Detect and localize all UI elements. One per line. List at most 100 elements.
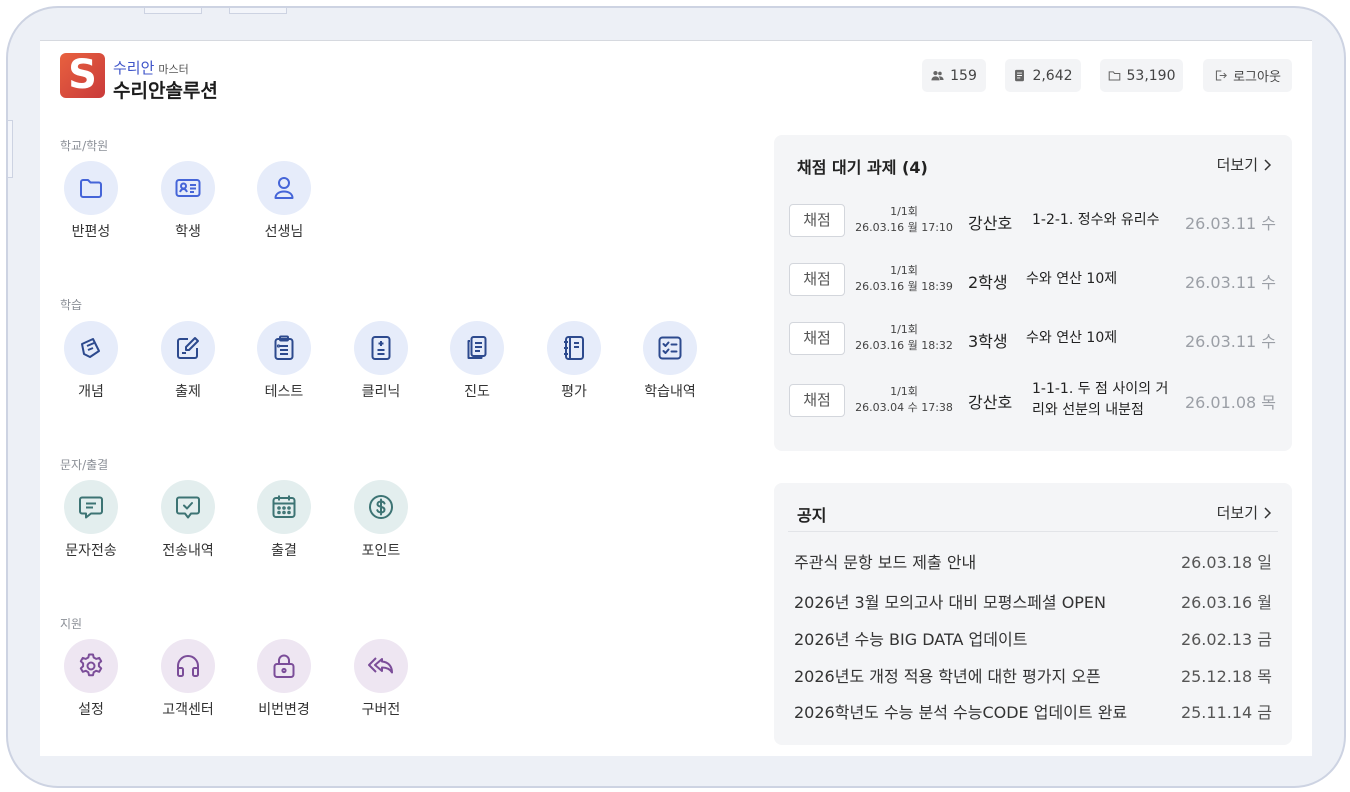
frame-tab — [144, 8, 202, 14]
grade-meta: 1/1회 26.03.16 월 18:39 — [852, 263, 956, 295]
menu-item-clinic[interactable]: 클리닉 — [336, 321, 426, 401]
folder-icon — [80, 179, 102, 198]
menu-item-support-center[interactable]: 고객센터 — [143, 639, 233, 719]
dollar-icon — [369, 495, 393, 519]
menu-item-teacher[interactable]: 선생님 — [239, 161, 329, 241]
grading-row: 채점 1/1회 26.03.04 수 17:38 강산호 1-1-1. 두 점 사… — [774, 377, 1292, 427]
notice-date: 26.03.16 월 — [1180, 593, 1272, 612]
grading-row: 채점 1/1회 26.03.16 월 18:39 2학생 수와 연산 10제 26… — [774, 262, 1292, 298]
grade-meta: 1/1회 26.03.16 월 17:10 — [852, 204, 956, 236]
users-icon — [931, 70, 944, 81]
menu-item-student[interactable]: 학생 — [143, 161, 233, 241]
menu-icon-circle — [161, 639, 215, 693]
folder-icon — [1108, 71, 1120, 81]
user-role: 마스터 — [158, 63, 189, 76]
grade-due-date: 26.03.11 수 — [1184, 214, 1276, 233]
menu-item-points[interactable]: 포인트 — [336, 480, 426, 560]
menu-item-class[interactable]: 반편성 — [46, 161, 136, 241]
menu-item-old-version[interactable]: 구버전 — [336, 639, 426, 719]
logo-letter: S — [68, 53, 97, 98]
menu-item-test[interactable]: 테스트 — [239, 321, 329, 401]
menu-label: 포인트 — [361, 543, 401, 559]
student-count-stat[interactable]: 159 — [922, 59, 986, 92]
headphones-icon — [177, 655, 199, 677]
menu-label: 진도 — [464, 384, 490, 400]
message-check-icon — [176, 496, 200, 519]
menu-label: 고객센터 — [162, 702, 214, 718]
menu-item-change-password[interactable]: 비번변경 — [239, 639, 329, 719]
menu-item-send-message[interactable]: 문자전송 — [46, 480, 136, 560]
menu-label: 평가 — [561, 384, 587, 400]
lock-icon — [273, 654, 295, 678]
logout-icon — [1215, 70, 1228, 81]
stat-value: 53,190 — [1126, 67, 1176, 84]
menu-label: 전송내역 — [162, 543, 214, 559]
brand-service: 수리안 마스터 — [113, 57, 189, 78]
section-title-learning: 학습 — [60, 298, 83, 312]
menu-icon-circle — [354, 480, 408, 534]
menu-item-message-history[interactable]: 전송내역 — [143, 480, 233, 560]
folder-count-stat[interactable]: 53,190 — [1100, 59, 1183, 92]
grade-button[interactable]: 채점 — [789, 322, 845, 355]
notice-item[interactable]: 2026년 3월 모의고사 대비 모평스페셜 OPEN 26.03.16 월 — [794, 589, 1272, 613]
menu-label: 출결 — [271, 543, 297, 559]
logo[interactable]: S — [60, 53, 105, 98]
grade-student: 2학생 — [968, 273, 1008, 292]
person-icon — [274, 177, 294, 199]
grade-assignment: 1-2-1. 정수와 유리수 — [1032, 212, 1160, 228]
menu-label: 선생님 — [264, 224, 304, 240]
notice-more-link[interactable]: 더보기 — [1217, 502, 1272, 523]
brand-service-name: 수리안 — [113, 59, 155, 77]
grade-submitted: 26.03.16 월 17:10 — [855, 221, 953, 234]
menu-icon-circle — [64, 321, 118, 375]
grade-button[interactable]: 채점 — [789, 384, 845, 417]
dashboard-screen: S 수리안 마스터 수리안솔루션 159 2,642 53,190 로그아웃 학교… — [40, 40, 1312, 756]
notice-item[interactable]: 주관식 문항 보드 제출 안내 26.03.18 일 — [794, 549, 1272, 573]
menu-label: 클리닉 — [361, 384, 401, 400]
menu-icon-circle — [64, 161, 118, 215]
concept-icon — [81, 338, 100, 358]
menu-icon-circle — [257, 321, 311, 375]
chevron-right-icon — [1264, 506, 1272, 519]
notice-panel: 공지 더보기 주관식 문항 보드 제출 안내 26.03.18 일 2026년 … — [774, 483, 1292, 745]
grade-round: 1/1회 — [890, 323, 918, 336]
grade-round: 1/1회 — [890, 205, 918, 218]
grade-due-date: 26.03.11 수 — [1184, 273, 1276, 292]
notice-title: 2026학년도 수능 분석 수능CODE 업데이트 완료 — [794, 703, 1128, 722]
frame-tab — [229, 8, 287, 14]
menu-icon-circle — [257, 161, 311, 215]
menu-label: 비번변경 — [258, 702, 310, 718]
section-title-school: 학교/학원 — [60, 139, 109, 153]
notice-item[interactable]: 2026년도 개정 적용 학년에 대한 평가지 오픈 25.12.18 목 — [794, 663, 1272, 687]
menu-item-concept[interactable]: 개념 — [46, 321, 136, 401]
grade-button[interactable]: 채점 — [789, 204, 845, 237]
menu-item-create[interactable]: 출제 — [143, 321, 233, 401]
menu-item-history[interactable]: 학습내역 — [625, 321, 715, 401]
logout-button[interactable]: 로그아웃 — [1203, 59, 1292, 92]
clipboard-icon — [274, 335, 294, 360]
notice-item[interactable]: 2026년 수능 BIG DATA 업데이트 26.02.13 금 — [794, 626, 1272, 650]
frame-side-button — [8, 120, 13, 178]
grading-panel-title: 채점 대기 과제 (4) — [797, 158, 928, 177]
document-count-stat[interactable]: 2,642 — [1005, 59, 1081, 92]
menu-item-evaluation[interactable]: 평가 — [529, 321, 619, 401]
menu-icon-circle — [161, 161, 215, 215]
document-icon — [1015, 69, 1025, 82]
grade-due-date: 26.03.11 수 — [1184, 332, 1276, 351]
grading-more-link[interactable]: 더보기 — [1217, 154, 1272, 175]
id-card-icon — [175, 179, 201, 197]
notice-date: 25.12.18 목 — [1180, 667, 1272, 686]
menu-icon-circle — [64, 480, 118, 534]
menu-item-settings[interactable]: 설정 — [46, 639, 136, 719]
menu-label: 학습내역 — [644, 384, 696, 400]
notice-title: 2026년 수능 BIG DATA 업데이트 — [794, 630, 1028, 649]
grade-student: 3학생 — [968, 332, 1008, 351]
pages-icon — [467, 336, 487, 359]
grading-row: 채점 1/1회 26.03.16 월 18:32 3학생 수와 연산 10제 26… — [774, 321, 1292, 357]
notice-panel-title: 공지 — [797, 506, 827, 525]
menu-item-progress[interactable]: 진도 — [432, 321, 522, 401]
menu-item-attendance[interactable]: 출결 — [239, 480, 329, 560]
grade-button[interactable]: 채점 — [789, 263, 845, 296]
grade-assignment: 1-1-1. 두 점 사이의 거리와 선분의 내분점 — [1032, 381, 1169, 418]
notice-item[interactable]: 2026학년도 수능 분석 수능CODE 업데이트 완료 25.11.14 금 — [794, 699, 1272, 723]
